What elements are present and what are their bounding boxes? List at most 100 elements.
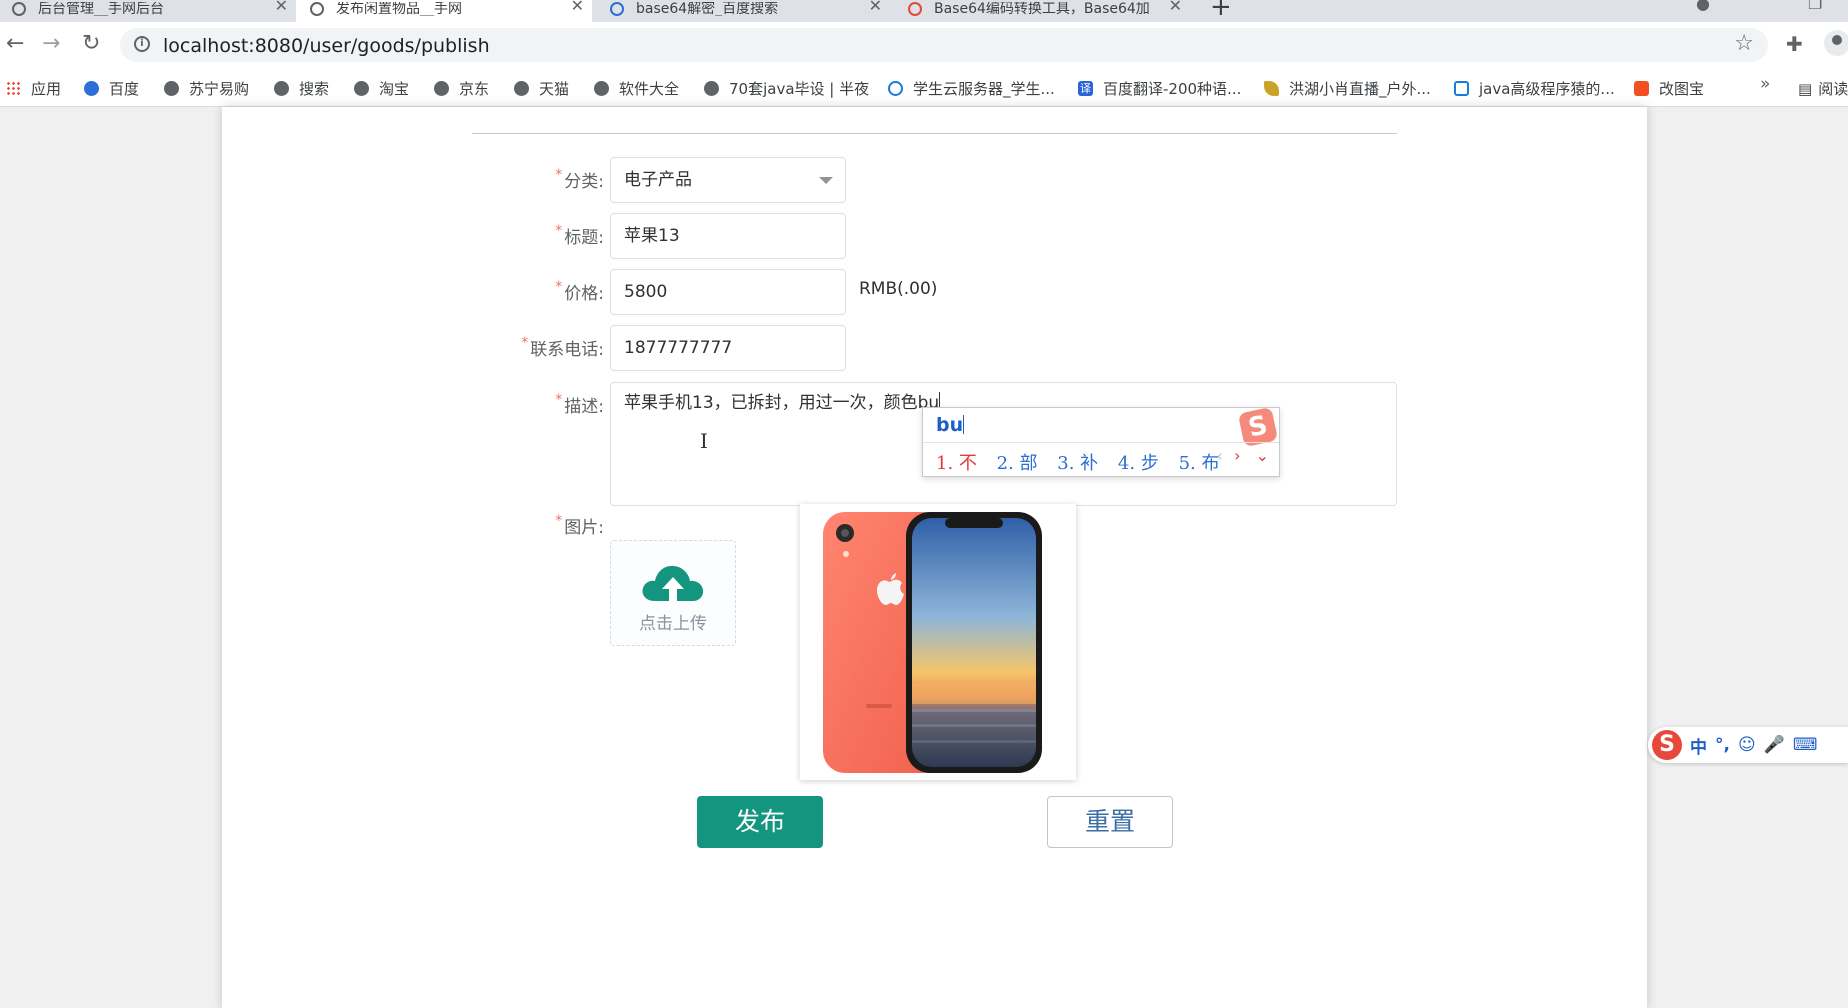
tab-title: 发布闲置物品__手网	[336, 2, 462, 16]
bookmark-baidu[interactable]: 百度	[84, 78, 139, 99]
reading-list-icon: ▤	[1798, 80, 1813, 98]
required-mark: *	[555, 513, 563, 529]
bookmark-software[interactable]: 软件大全	[594, 78, 679, 99]
chevron-down-icon[interactable]: ⌄	[1256, 446, 1269, 465]
ime-candidate[interactable]: 5. 布	[1179, 453, 1220, 474]
close-icon[interactable]: ✕	[571, 0, 584, 15]
bookmark-search[interactable]: 搜索	[274, 78, 329, 99]
baidu-paw-icon	[84, 81, 99, 96]
phone-label: * 联系电话:	[404, 335, 604, 360]
new-tab-button[interactable]: +	[1210, 0, 1232, 22]
bookmark-bilibili[interactable]: java高级程序猿的...	[1454, 78, 1615, 99]
image-upload-button[interactable]: 点击上传	[610, 540, 736, 646]
cloud-upload-icon	[642, 565, 704, 601]
bookmark-tmall[interactable]: 天猫	[514, 78, 569, 99]
ime-candidate[interactable]: 2. 部	[997, 453, 1038, 474]
back-icon[interactable]: ←	[6, 32, 24, 56]
close-icon[interactable]: ✕	[275, 0, 288, 15]
bookmark-java-projects[interactable]: 70套java毕设 | 半夜	[704, 78, 869, 99]
bookmark-label: java高级程序猿的...	[1479, 80, 1615, 98]
forward-icon[interactable]: →	[42, 32, 60, 56]
price-value: 5800	[624, 282, 668, 302]
bookmark-star-icon[interactable]: ☆	[1734, 31, 1754, 56]
emoji-icon[interactable]: ☺	[1738, 735, 1756, 755]
image-label: * 图片:	[404, 513, 604, 538]
bookmark-jd[interactable]: 京东	[434, 78, 489, 99]
bookmark-suning[interactable]: 苏宁易购	[164, 78, 249, 99]
tab-publish[interactable]: 发布闲置物品__手网 ✕	[296, 0, 592, 22]
title-input[interactable]: 苹果13	[610, 213, 846, 259]
bookmark-apps[interactable]: 应用	[6, 78, 61, 99]
extensions-icon[interactable]: ✚	[1786, 32, 1803, 56]
ime-punctuation-icon[interactable]: °,	[1715, 735, 1730, 755]
category-label-text: 分类:	[564, 172, 604, 192]
publish-button[interactable]: 发布	[697, 796, 823, 848]
bookmark-label: 天猫	[539, 80, 570, 98]
url-text[interactable]: localhost:8080/user/goods/publish	[163, 35, 490, 57]
category-select[interactable]: 电子产品	[610, 157, 846, 203]
reset-button[interactable]: 重置	[1047, 796, 1173, 848]
keyboard-icon[interactable]: ⌨	[1793, 735, 1818, 755]
chevron-right-icon[interactable]: ›	[1234, 446, 1240, 465]
phone-label-text: 联系电话:	[530, 340, 604, 360]
ime-candidate[interactable]: 3. 补	[1057, 453, 1098, 474]
ime-candidate-window: bu S 1. 不 2. 部 3. 补 4. 步 5. 布 ‹ › ⌄	[922, 406, 1280, 477]
bookmarks-more-icon[interactable]: »	[1760, 74, 1770, 94]
phone-value: 1877777777	[624, 338, 733, 358]
chevron-left-icon[interactable]: ‹	[1217, 446, 1223, 465]
globe-icon	[12, 2, 26, 16]
ime-candidate[interactable]: 4. 步	[1118, 453, 1159, 474]
microphone-icon[interactable]: 🎤	[1764, 735, 1785, 755]
ibeam-cursor-icon: I	[700, 429, 708, 453]
tab-admin[interactable]: 后台管理__手网后台 ✕	[0, 0, 296, 22]
tab-base64-tool[interactable]: Base64编码转换工具，Base64加 ✕	[890, 0, 1190, 22]
bookmark-label: 搜索	[299, 80, 330, 98]
phone-input[interactable]: 1877777777	[610, 325, 846, 371]
bookmark-baidu-translate[interactable]: 译百度翻译-200种语...	[1078, 78, 1241, 99]
reload-icon[interactable]: ↻	[82, 32, 100, 56]
profile-avatar[interactable]	[1824, 30, 1848, 56]
category-value: 电子产品	[624, 170, 692, 190]
close-icon[interactable]: ✕	[1169, 0, 1182, 15]
ime-page-nav: ‹ › ⌄	[1217, 446, 1269, 465]
bookmark-gaitubao[interactable]: 改图宝	[1634, 78, 1704, 99]
image-label-text: 图片:	[564, 518, 604, 538]
bookmark-label: 百度翻译-200种语...	[1103, 80, 1242, 98]
description-label-text: 描述:	[564, 397, 604, 417]
price-input[interactable]: 5800	[610, 269, 846, 315]
bookmark-student-cloud[interactable]: 学生云服务器_学生...	[888, 78, 1055, 99]
header-divider	[472, 133, 1397, 134]
browser-toolbar: ← → ↻ i localhost:8080/user/goods/publis…	[0, 22, 1848, 68]
bookmark-label: 淘宝	[379, 80, 410, 98]
ime-pinyin: bu	[936, 414, 965, 436]
tool-icon	[908, 2, 922, 16]
sogou-ime-toolbar[interactable]: S 中 °, ☺ 🎤 ⌨	[1648, 727, 1848, 763]
title-label-text: 标题:	[564, 228, 604, 248]
tab-search-icon[interactable]: ●	[1696, 0, 1710, 13]
window-restore-icon[interactable]: ❐	[1808, 0, 1822, 13]
required-mark: *	[555, 223, 563, 239]
description-value: 苹果手机13，已拆封，用过一次，颜色bu	[624, 393, 940, 413]
address-bar[interactable]: i localhost:8080/user/goods/publish ☆	[120, 28, 1768, 62]
apps-grid-icon	[6, 81, 21, 96]
info-icon[interactable]: i	[134, 36, 150, 52]
required-mark: *	[555, 279, 563, 295]
bookmark-live[interactable]: 洪湖小肖直播_户外...	[1264, 78, 1431, 99]
title-label: * 标题:	[404, 223, 604, 248]
globe-icon	[354, 81, 369, 96]
bookmark-taobao[interactable]: 淘宝	[354, 78, 409, 99]
required-mark: *	[555, 392, 563, 408]
close-icon[interactable]: ✕	[869, 0, 882, 15]
bookmarks-bar: 应用 百度 苏宁易购 搜索 淘宝 京东 天猫 软件大全 70套java毕设 | …	[0, 68, 1848, 107]
globe-icon	[274, 81, 289, 96]
globe-icon	[310, 2, 324, 16]
ime-candidate[interactable]: 1. 不	[936, 453, 977, 474]
tab-title: 后台管理__手网后台	[38, 2, 164, 16]
uploaded-image-preview[interactable]	[800, 504, 1076, 780]
reading-list[interactable]: ▤ 阅读	[1798, 78, 1848, 99]
bookmark-label: 洪湖小肖直播_户外...	[1289, 80, 1431, 98]
ime-chinese-mode-icon[interactable]: 中	[1690, 733, 1707, 758]
feather-icon	[1264, 81, 1279, 96]
sogou-logo-icon[interactable]: S	[1652, 730, 1682, 760]
tab-baidu-search[interactable]: base64解密_百度搜索 ✕	[592, 0, 890, 22]
